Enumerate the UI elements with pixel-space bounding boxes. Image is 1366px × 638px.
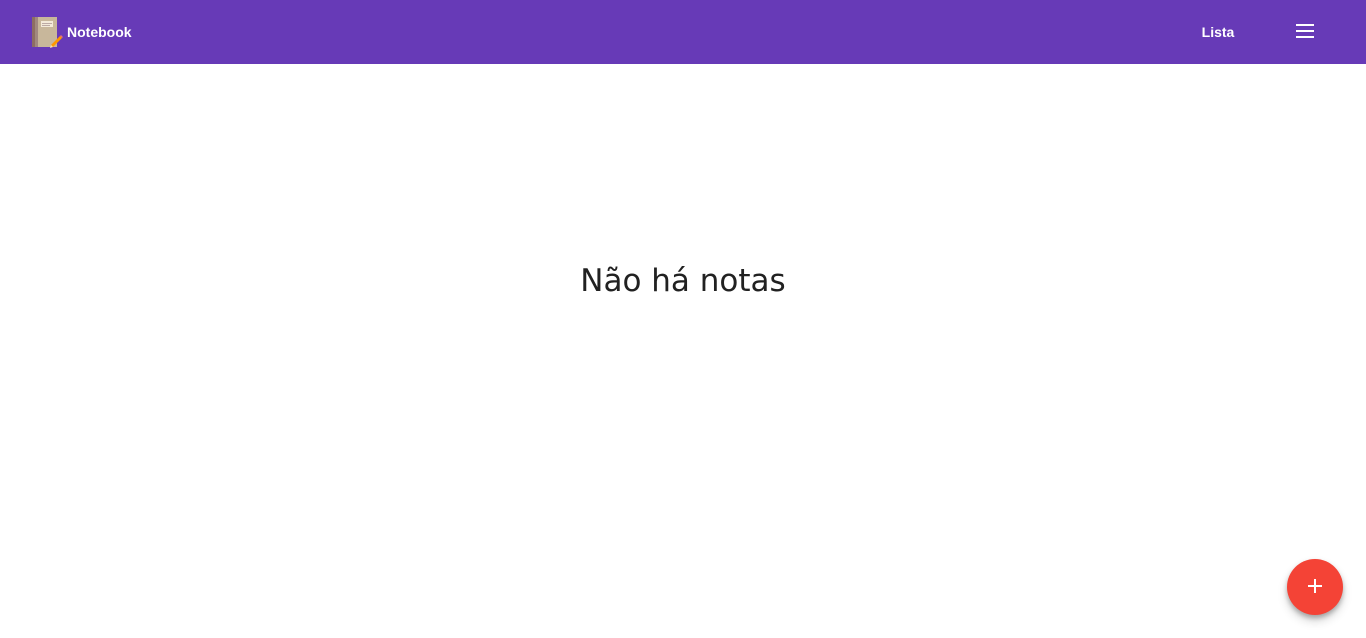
app-title: Notebook — [67, 24, 132, 40]
top-toolbar: Notebook Lista — [0, 0, 1366, 64]
menu-button[interactable] — [1286, 12, 1326, 52]
app-root: Notebook Lista Não há notas — [0, 0, 1366, 638]
notebook-icon — [31, 15, 63, 49]
brand-link[interactable]: Notebook — [31, 14, 132, 50]
menu-icon — [1296, 23, 1316, 41]
add-note-button[interactable] — [1287, 559, 1343, 615]
list-view-button[interactable]: Lista — [1186, 16, 1250, 48]
plus-icon — [1308, 578, 1322, 596]
empty-notes-message: Não há notas — [580, 263, 786, 299]
